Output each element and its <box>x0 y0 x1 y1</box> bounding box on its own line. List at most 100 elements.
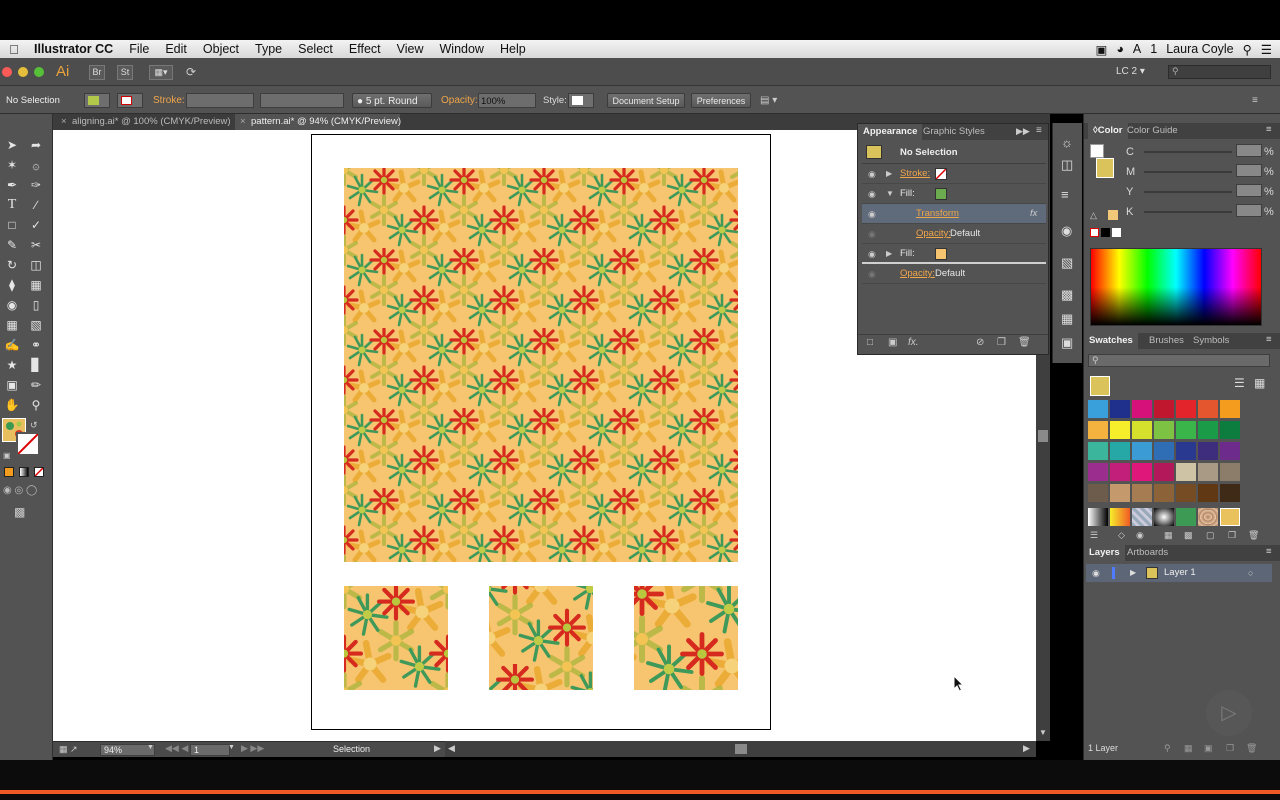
fill-color-chip[interactable] <box>935 248 947 260</box>
column-graph-tool-icon[interactable]: ▊ <box>26 356 46 374</box>
color-swatch[interactable] <box>1220 421 1240 439</box>
color-mode-button[interactable] <box>4 467 14 477</box>
magenta-input[interactable] <box>1236 164 1262 177</box>
appearance-row-stroke[interactable]: ◉ ▶ Stroke: <box>862 164 1046 184</box>
notification-center-icon[interactable]: ☰ <box>1261 42 1272 57</box>
add-stroke-icon[interactable]: □ <box>867 337 873 348</box>
fill-pattern-chip[interactable] <box>935 188 947 200</box>
tab-artboards[interactable]: Artboards <box>1122 545 1173 561</box>
fill-label[interactable]: Fill: <box>900 184 915 204</box>
panel-menu-icon[interactable]: ≡ <box>1036 125 1042 136</box>
color-swatch[interactable] <box>1154 400 1174 418</box>
menu-effect[interactable]: Effect <box>341 42 389 56</box>
tab-appearance[interactable]: Appearance <box>858 124 923 140</box>
pattern-swatch-leaves[interactable] <box>1176 508 1196 526</box>
swatch-search-input[interactable]: ⚲ <box>1088 354 1270 367</box>
workspace-switcher[interactable]: LC 2 ▾ <box>1116 66 1145 77</box>
color-swatch[interactable] <box>1220 442 1240 460</box>
color-swatch[interactable] <box>1132 463 1152 481</box>
visibility-eye-icon[interactable]: ◉ <box>868 264 876 284</box>
stroke-swatch[interactable] <box>117 93 143 108</box>
color-swatch[interactable] <box>1154 421 1174 439</box>
out-of-gamut-icon[interactable]: △ <box>1090 210 1097 221</box>
layers-panel-icon[interactable]: ▣ <box>1061 335 1073 351</box>
color-swatch[interactable] <box>1110 421 1130 439</box>
blend-tool-icon[interactable]: ⚭ <box>26 336 46 354</box>
last-color-chip[interactable] <box>1108 210 1118 220</box>
tab-pattern[interactable]: × pattern.ai* @ 94% (CMYK/Preview) <box>235 114 401 130</box>
layer-expand-icon[interactable]: ▶ <box>1130 564 1136 582</box>
appearance-row-opacity-fill[interactable]: ◉ Opacity: Default <box>862 224 1046 244</box>
close-window-button[interactable] <box>2 67 12 77</box>
status-menu-arrow-icon[interactable]: ▶ <box>434 743 441 754</box>
delete-item-icon[interactable]: 🗑 <box>1018 337 1031 348</box>
color-stroke-chip[interactable] <box>1090 144 1104 158</box>
new-sublayer-icon[interactable]: ▣ <box>1204 740 1213 756</box>
minimize-window-button[interactable] <box>18 67 28 77</box>
tab-layers[interactable]: Layers <box>1084 545 1125 561</box>
opacity-label[interactable]: Opacity: <box>916 224 951 244</box>
visibility-eye-icon[interactable]: ◉ <box>868 184 876 204</box>
artboard-prev-icons[interactable]: ◀◀ ◀ <box>165 743 188 754</box>
stroke-color-chip[interactable] <box>935 168 947 180</box>
swatch-kind-icon[interactable]: ◇ <box>1118 530 1125 541</box>
magic-wand-tool-icon[interactable]: ✶ <box>2 156 22 174</box>
none-color-chip[interactable] <box>1090 228 1099 237</box>
fill-label[interactable]: Fill: <box>900 244 915 264</box>
tab-graphic-styles[interactable]: Graphic Styles <box>918 124 990 140</box>
variable-width-profile[interactable] <box>260 93 344 108</box>
opacity-label[interactable]: Opacity: <box>441 93 478 108</box>
panel-menu-icon[interactable]: ≡ <box>1252 93 1258 108</box>
close-tab-icon[interactable]: × <box>61 114 67 130</box>
artboard-next-icons[interactable]: ▶ ▶▶ <box>241 743 264 754</box>
eyedropper-tool-icon[interactable]: ✍ <box>2 336 22 354</box>
scroll-left-icon[interactable]: ◀ <box>448 743 455 754</box>
stroke-weight-input[interactable] <box>186 93 254 108</box>
color-swatch[interactable] <box>1110 484 1130 502</box>
color-swatch[interactable] <box>1198 442 1218 460</box>
status-icons[interactable]: ▦ ↗ <box>59 744 78 755</box>
line-tool-icon[interactable]: ∕ <box>26 196 46 214</box>
black-color-chip[interactable] <box>1101 228 1110 237</box>
menu-type[interactable]: Type <box>247 42 290 56</box>
screen-mode-icon[interactable]: ▩ <box>14 505 25 519</box>
tab-brushes[interactable]: Brushes <box>1144 333 1189 349</box>
camera-icon[interactable]: ▣ <box>1096 42 1108 57</box>
width-tool-icon[interactable]: ⧫ <box>2 276 22 294</box>
new-folder-icon[interactable]: ▢ <box>1206 530 1215 541</box>
layer-visibility-eye-icon[interactable]: ◉ <box>1092 564 1100 582</box>
draw-mode-icons[interactable]: ◉ ◎ ◯ <box>3 485 37 496</box>
color-swatch[interactable] <box>1132 421 1152 439</box>
creative-cloud-icon[interactable]: ◕ <box>1116 42 1124 56</box>
scroll-right-icon[interactable]: ▶ <box>1023 743 1030 754</box>
pattern-tile-3[interactable] <box>634 586 738 690</box>
color-swatch[interactable] <box>1088 484 1108 502</box>
free-transform-tool-icon[interactable]: ▦ <box>26 276 46 294</box>
black-input[interactable] <box>1236 204 1262 217</box>
stock-button[interactable]: St <box>117 65 133 80</box>
selection-tool-icon[interactable]: ➤ <box>2 136 22 154</box>
color-swatch[interactable] <box>1198 421 1218 439</box>
opacity-input[interactable]: 100% <box>478 93 536 108</box>
color-swatch[interactable] <box>1198 484 1218 502</box>
align-panel-icon[interactable]: ▩ <box>1061 287 1073 303</box>
collapse-arrow-icon[interactable]: ▼ <box>886 184 894 204</box>
color-swatch[interactable] <box>1154 442 1174 460</box>
layer-target-icon[interactable]: ○ <box>1248 564 1253 582</box>
gradient-swatch-radial[interactable] <box>1154 508 1174 526</box>
appearance-panel-icon[interactable]: ◉ <box>1061 223 1072 239</box>
duplicate-item-icon[interactable]: ❐ <box>997 337 1006 348</box>
symbol-sprayer-tool-icon[interactable]: ★ <box>2 356 22 374</box>
pencil-tool-icon[interactable]: ✎ <box>2 236 22 254</box>
expand-arrow-icon[interactable]: ▶ <box>886 244 892 264</box>
artboard-dropdown-icon[interactable]: ▼ <box>228 744 235 751</box>
menu-object[interactable]: Object <box>195 42 247 56</box>
chart-tool-icon[interactable]: ▯ <box>26 296 46 314</box>
color-swatch[interactable] <box>1220 400 1240 418</box>
preferences-button[interactable]: Preferences <box>691 93 751 108</box>
gpu-performance-icon[interactable]: ⟳ <box>186 65 196 79</box>
zoom-window-button[interactable] <box>34 67 44 77</box>
swatch-options-2-icon[interactable]: ▩ <box>1184 530 1193 541</box>
artboard-number-input[interactable]: 1 <box>190 744 230 756</box>
menu-window[interactable]: Window <box>432 42 492 56</box>
